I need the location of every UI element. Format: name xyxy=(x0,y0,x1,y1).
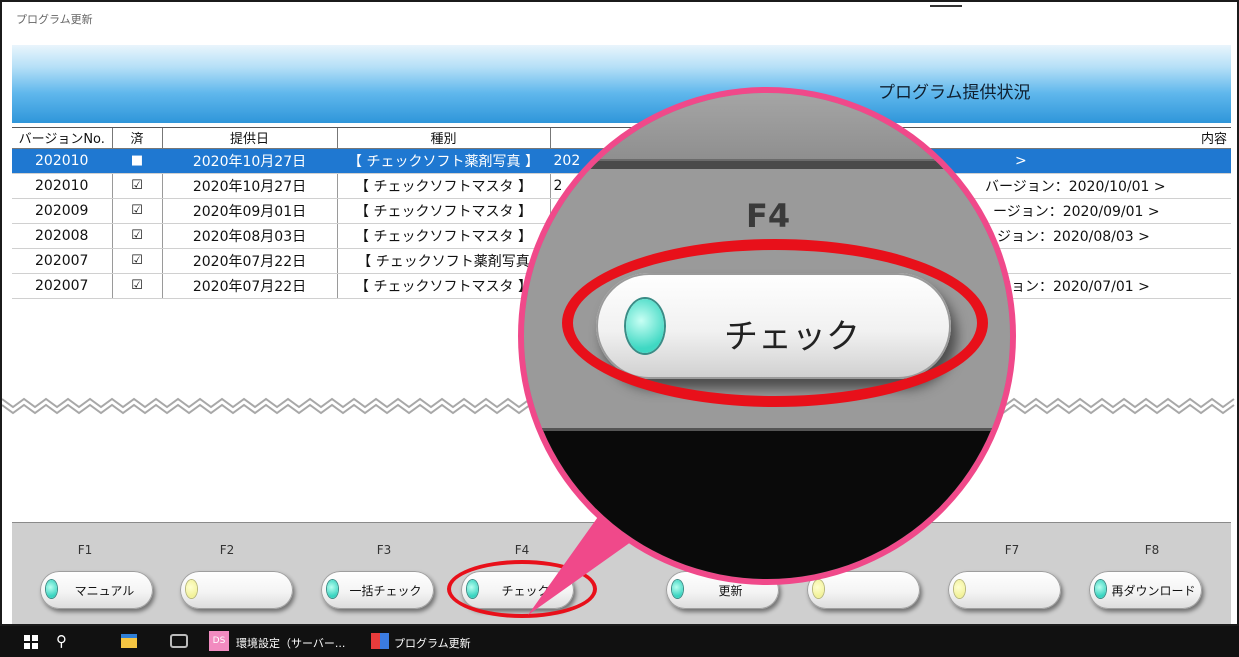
cell-done-checkbox[interactable]: ☑ xyxy=(112,198,163,224)
magnifier-dark-area xyxy=(524,428,1010,579)
status-led-icon xyxy=(46,580,57,598)
bulk-check-button[interactable]: 一括チェック xyxy=(321,571,434,609)
program-update-icon[interactable] xyxy=(371,633,389,649)
app-icon[interactable] xyxy=(170,634,188,648)
cell-type: 【 チェックソフトマスタ 】 xyxy=(337,223,551,249)
cell-type: 【 チェックソフトマスタ 】 xyxy=(337,198,551,224)
taskbar-program-update-label[interactable]: プログラム更新 xyxy=(394,635,471,657)
status-led-icon xyxy=(186,580,197,598)
redownload-button[interactable]: 再ダウンロード xyxy=(1089,571,1202,609)
magnifier-table-area xyxy=(524,93,1010,161)
cell-date: 2020年10月27日 xyxy=(162,173,338,199)
cell-done-checkbox[interactable]: ☑ xyxy=(112,273,163,299)
status-led-icon xyxy=(954,580,965,598)
cell-date: 2020年07月22日 xyxy=(162,273,338,299)
cell-version: 202008 xyxy=(12,223,113,249)
column-header-date[interactable]: 提供日 xyxy=(162,128,338,149)
cell-type: 【 チェックソフト薬剤写真 】 xyxy=(337,148,551,174)
cell-date: 2020年09月01日 xyxy=(162,198,338,224)
column-header-done[interactable]: 済 xyxy=(112,128,163,149)
cell-content-right-text: ジョン：2020/07/01 > xyxy=(997,278,1150,295)
cell-type: 【 チェックソフトマスタ 】 xyxy=(337,173,551,199)
fkey-label-f2: F2 xyxy=(219,543,235,557)
title-bar: プログラム更新 xyxy=(2,2,1237,34)
magnifier-divider xyxy=(524,428,1010,431)
status-led-icon xyxy=(1095,580,1106,598)
fkey-label-f3: F3 xyxy=(376,543,392,557)
taskbar-env-settings-label[interactable]: 環境設定（サーバー... xyxy=(236,635,345,657)
status-led-icon xyxy=(327,580,338,598)
taskbar: ⚲ DS 環境設定（サーバー... プログラム更新 xyxy=(0,626,1239,657)
windows-start-icon[interactable] xyxy=(24,635,38,649)
fkey-label-f1: F1 xyxy=(77,543,93,557)
cell-done-checkbox[interactable]: ■ xyxy=(112,148,163,174)
cell-done-checkbox[interactable]: ☑ xyxy=(112,248,163,274)
cell-date: 2020年07月22日 xyxy=(162,248,338,274)
cell-content-right-text: > xyxy=(1015,152,1027,169)
cell-version: 202010 xyxy=(12,173,113,199)
cell-version: 202010 xyxy=(12,148,113,174)
cell-version: 202007 xyxy=(12,248,113,274)
button-label: 一括チェック xyxy=(349,584,422,598)
cell-date: 2020年10月27日 xyxy=(162,148,338,174)
column-header-type[interactable]: 種別 xyxy=(337,128,551,149)
cell-done-checkbox[interactable]: ☑ xyxy=(112,223,163,249)
cell-version: 202009 xyxy=(12,198,113,224)
ds-app-icon[interactable]: DS xyxy=(209,631,229,651)
window-title: プログラム更新 xyxy=(16,13,93,26)
column-header-version[interactable]: バージョンNo. xyxy=(12,128,113,149)
cell-type: 【 チェックソフトマスタ 】 xyxy=(337,273,551,299)
cell-type: 【 チェックソフト薬剤写真 xyxy=(337,248,551,274)
file-explorer-icon[interactable] xyxy=(121,634,137,648)
search-icon[interactable]: ⚲ xyxy=(56,632,67,657)
cell-date: 2020年08月03日 xyxy=(162,223,338,249)
magnifier-separator xyxy=(524,161,1010,169)
cell-version: 202007 xyxy=(12,273,113,299)
cell-content-right-text: ージョン：2020/09/01 > xyxy=(993,203,1160,220)
fkey-label-f8: F8 xyxy=(1144,543,1160,557)
status-led-icon xyxy=(813,580,824,598)
button-label: マニュアル xyxy=(74,584,135,598)
cell-done-checkbox[interactable]: ☑ xyxy=(112,173,163,199)
manual-button[interactable]: マニュアル xyxy=(40,571,153,609)
magnifier-fkey-label: F4 xyxy=(746,197,791,235)
title-bar-mark xyxy=(930,5,962,7)
button-label: 再ダウンロード xyxy=(1111,584,1196,598)
cell-content-right-text: ジョン：2020/08/03 > xyxy=(997,228,1150,245)
f2-button[interactable] xyxy=(180,571,293,609)
zoom-magnifier: F4 チェック xyxy=(518,87,1016,585)
status-led-icon xyxy=(672,580,683,598)
magnified-highlight-ring xyxy=(562,239,988,407)
cell-content-right-text: バージョン：2020/10/01 > xyxy=(985,178,1166,195)
